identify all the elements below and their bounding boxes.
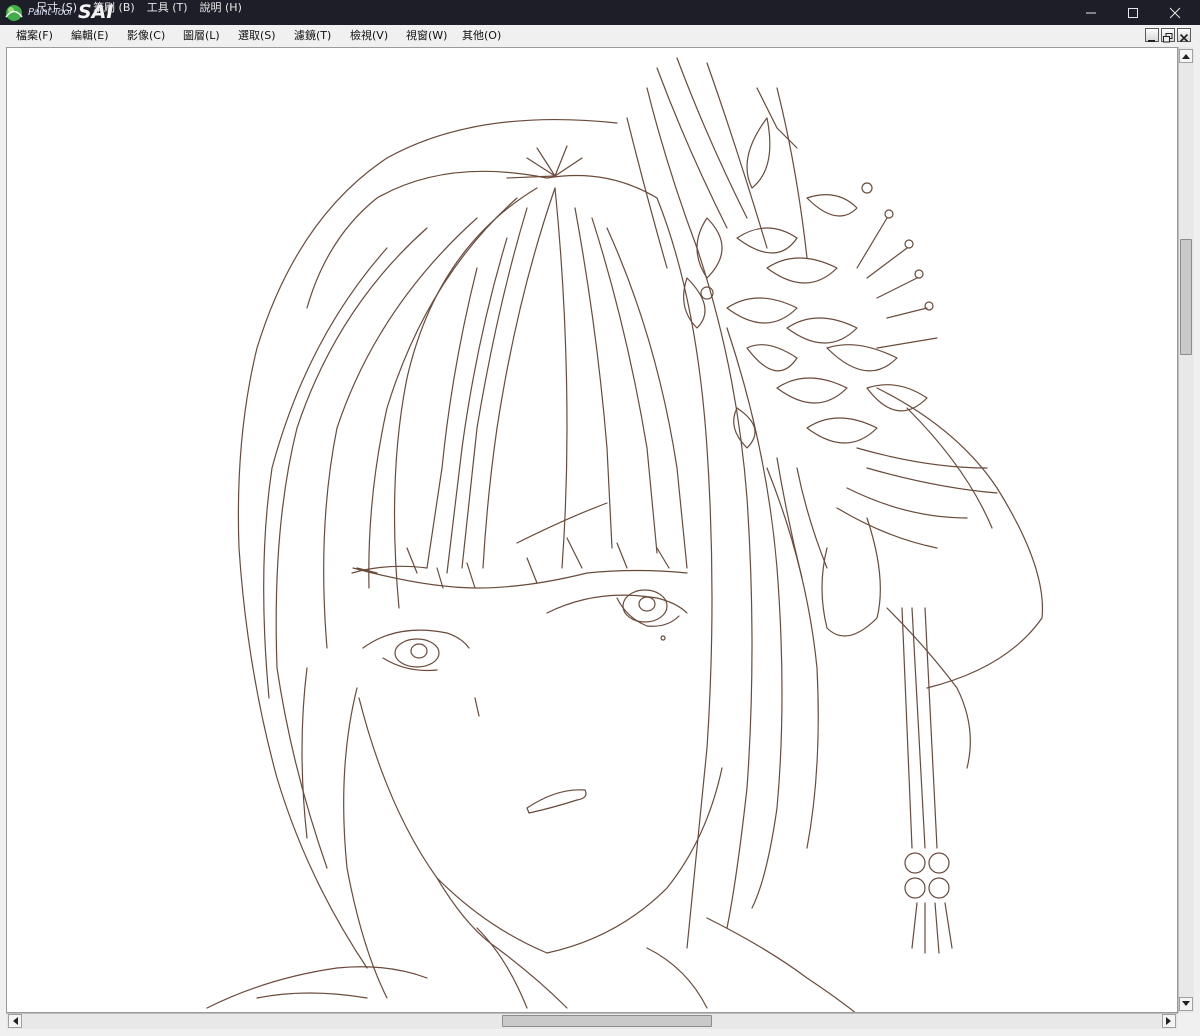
maximize-window-icon <box>1128 7 1138 18</box>
title-bar: Paint Tool SAI 尺寸 (S) 筆刷 (B) 工具 (T) 說明 (… <box>0 0 1200 25</box>
paint-tool-sai-window: Paint Tool SAI 尺寸 (S) 筆刷 (B) 工具 (T) 說明 (… <box>0 0 1200 1036</box>
menu-view[interactable]: 檢視(V) <box>350 28 388 44</box>
menu-edit[interactable]: 編輯(E) <box>71 28 109 44</box>
horizontal-scroll-thumb[interactable] <box>502 1015 712 1027</box>
menu-filter[interactable]: 濾鏡(T) <box>294 28 331 44</box>
mdi-close-button[interactable] <box>1177 28 1191 43</box>
mdi-restore-button[interactable] <box>1161 28 1175 43</box>
top-menu-item-brush[interactable]: 筆刷 (B) <box>93 0 135 17</box>
menu-other[interactable]: 其他(O) <box>462 28 501 44</box>
top-menu-item-help[interactable]: 說明 (H) <box>200 0 242 17</box>
app-logo-icon <box>5 5 23 21</box>
top-menu-item-tools[interactable]: 工具 (T) <box>147 0 188 17</box>
top-menu: 尺寸 (S) 筆刷 (B) 工具 (T) 說明 (H) <box>28 0 254 17</box>
window-maximize-button[interactable] <box>1110 0 1156 25</box>
minimize-icon <box>1148 40 1155 42</box>
vertical-scrollbar[interactable] <box>1178 47 1194 1013</box>
menu-select[interactable]: 選取(S) <box>238 28 276 44</box>
scroll-right-button[interactable] <box>1162 1014 1176 1028</box>
window-close-button[interactable] <box>1152 0 1198 25</box>
close-window-icon <box>1169 7 1181 18</box>
mdi-minimize-button[interactable] <box>1145 28 1159 42</box>
scrollbar-corner <box>1178 1013 1194 1029</box>
menu-bar: 檔案(F) 編輯(E) 影像(C) 圖層(L) 選取(S) 濾鏡(T) 檢視(V… <box>0 25 1200 46</box>
menu-file[interactable]: 檔案(F) <box>16 28 53 44</box>
arrow-left-icon <box>13 1017 18 1025</box>
close-icon <box>1179 33 1189 43</box>
drawing-canvas[interactable] <box>6 47 1178 1013</box>
window-minimize-button[interactable] <box>1068 0 1114 25</box>
scroll-up-button[interactable] <box>1179 49 1193 63</box>
menu-window[interactable]: 視窗(W) <box>406 28 447 44</box>
top-menu-item-size[interactable]: 尺寸 (S) <box>36 0 77 17</box>
restore-icon <box>1163 33 1173 43</box>
line-art-drawing <box>206 57 1044 1012</box>
menu-image[interactable]: 影像(C) <box>127 28 165 44</box>
scroll-down-button[interactable] <box>1179 997 1193 1011</box>
arrow-down-icon <box>1182 1001 1190 1006</box>
scroll-left-button[interactable] <box>8 1014 22 1028</box>
arrow-up-icon <box>1182 54 1190 59</box>
vertical-scroll-thumb[interactable] <box>1180 239 1192 355</box>
menu-layer[interactable]: 圖層(L) <box>183 28 220 44</box>
arrow-right-icon <box>1166 1017 1171 1025</box>
minimize-window-icon <box>1086 12 1096 13</box>
